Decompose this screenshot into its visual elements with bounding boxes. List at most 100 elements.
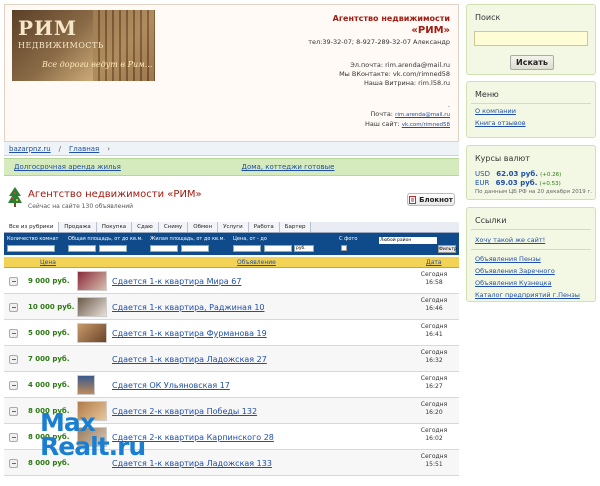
list-header: Цена Объявление Дата — [4, 257, 459, 268]
filter-photo-checkbox[interactable] — [341, 245, 347, 251]
tab-work[interactable]: Работа — [248, 222, 280, 232]
tab-sale[interactable]: Продажа — [59, 222, 97, 232]
tab-barter[interactable]: Бартер — [279, 222, 312, 232]
notebook-add-icon[interactable] — [9, 433, 18, 442]
filter-area-to[interactable] — [99, 245, 127, 252]
listing-price: 10 000 руб. — [28, 303, 75, 311]
rate-value: 62.03 руб. — [496, 170, 538, 178]
filter-living-from[interactable] — [150, 245, 178, 252]
sort-by-date[interactable]: Дата — [426, 259, 442, 266]
currency-widget: Курсы валют USD 62.03 руб. (+0.26) EUR 6… — [466, 145, 596, 200]
link-catalog[interactable]: Каталог предприятий г.Пензы — [475, 291, 580, 299]
notebook-add-icon[interactable] — [9, 459, 18, 468]
rate-change: (+0.26) — [540, 172, 562, 178]
listing-row: 9 000 руб. Сдается 1-к квартира Мира 67 … — [4, 268, 459, 294]
search-button[interactable]: Искать — [510, 55, 554, 70]
listing-day: Сегодня — [420, 297, 448, 304]
tab-rent-in[interactable]: Сниму — [158, 222, 189, 232]
category-bar: Долгосрочная аренда жилья Дома, коттеджи… — [4, 158, 459, 176]
link-penza[interactable]: Объявления Пензы — [475, 255, 541, 263]
christmas-tree-icon — [8, 187, 22, 207]
listing-photo[interactable] — [77, 297, 107, 317]
listing-row: 4 000 руб. Сдается ОК Ульяновская 17 Сег… — [4, 372, 459, 398]
listing-time: 16:20 — [425, 409, 443, 416]
agency-logo[interactable]: РИМ НЕДВИЖИМОСТЬ Все дороги ведут в Рим.… — [12, 10, 155, 81]
site-link[interactable]: vk.com/rimned58 — [402, 122, 450, 128]
listing-date: Сегодня 15:51 — [412, 453, 456, 469]
filter-living-to[interactable] — [181, 245, 209, 252]
agency-title: Агентство недвижимости «РИМ» — [28, 189, 202, 200]
filter-price-to[interactable] — [264, 245, 292, 252]
rate-change: (+0.53) — [539, 181, 561, 187]
filter-price-from[interactable] — [233, 245, 261, 252]
filter-living-label: Жилая площадь, от до кв.м. — [150, 236, 225, 242]
listing-day: Сегодня — [420, 427, 448, 434]
link-kuznetsk[interactable]: Объявления Кузнецка — [475, 279, 552, 287]
notebook-add-icon[interactable] — [9, 329, 18, 338]
tab-all[interactable]: Все из рубрики — [4, 222, 60, 232]
listing-date: Сегодня 16:02 — [412, 427, 456, 443]
notebook-add-icon[interactable] — [9, 407, 18, 416]
listing-row: 7 000 руб. Сдается 1-к квартира Ладожска… — [4, 346, 459, 372]
listing-date: Сегодня 16:46 — [412, 297, 456, 313]
listing-time: 15:51 — [425, 461, 443, 468]
tab-buy[interactable]: Покупка — [96, 222, 133, 232]
breadcrumb-separator: / — [58, 144, 62, 153]
listing-photo[interactable] — [77, 375, 95, 395]
tab-rent-out[interactable]: Сдаю — [132, 222, 159, 232]
category-item: Дома, коттеджи готовые — [232, 163, 460, 171]
notebook-add-icon[interactable] — [9, 277, 18, 286]
listing-date: Сегодня 16:20 — [412, 401, 456, 417]
breadcrumb-home[interactable]: Главная — [69, 145, 99, 153]
tab-exchange[interactable]: Обмен — [188, 222, 219, 232]
listing-title[interactable]: Сдается 1-к квартира Мира 67 — [112, 277, 241, 286]
listing-title[interactable]: Сдается 1-к квартира Фурманова 19 — [112, 329, 267, 338]
filter-currency-select[interactable]: руб. — [294, 245, 314, 252]
search-title: Поиск — [475, 13, 501, 22]
site-watermark: Max Realt.ru — [40, 408, 150, 464]
listing-price: 9 000 руб. — [28, 277, 70, 285]
filter-area-from[interactable] — [68, 245, 96, 252]
links-title: Ссылки — [475, 216, 507, 225]
notebook-add-icon[interactable] — [9, 355, 18, 364]
menu-item-reviews[interactable]: Книга отзывов — [475, 119, 526, 127]
listing-date: Сегодня 16:58 — [412, 271, 456, 287]
tab-services[interactable]: Услуги — [218, 222, 249, 232]
sort-by-price[interactable]: Цена — [40, 259, 56, 266]
listing-row: 5 000 руб. Сдается 1-к квартира Фурманов… — [4, 320, 459, 346]
logo-title: РИМ — [18, 16, 78, 40]
listing-photo[interactable] — [77, 323, 107, 343]
notebook-button[interactable]: Блокнот — [407, 193, 455, 206]
listing-photo[interactable] — [77, 271, 107, 291]
category-link-houses[interactable]: Дома, коттеджи готовые — [242, 163, 335, 171]
notebook-add-icon[interactable] — [9, 303, 18, 312]
breadcrumb-arrow: › — [107, 144, 111, 153]
rubric-tabs: Все из рубрики Продажа Покупка Сдаю Сним… — [4, 222, 459, 233]
listing-time: 16:32 — [425, 357, 443, 364]
main-column: РИМ НЕДВИЖИМОСТЬ Все дороги ведут в Рим.… — [0, 0, 463, 486]
search-input[interactable] — [474, 31, 588, 46]
listing-price: 7 000 руб. — [28, 355, 70, 363]
ads-count: Сейчас на сайте 130 объявлений — [28, 203, 134, 210]
filter-rooms-select[interactable] — [7, 245, 55, 252]
category-link-rent[interactable]: Долгосрочная аренда жилья — [14, 163, 121, 171]
mail-label: Почта: — [370, 110, 393, 118]
breadcrumb-root[interactable]: bazarpnz.ru — [9, 145, 51, 153]
listing-title[interactable]: Сдается ОК Ульяновская 17 — [112, 381, 230, 390]
filter-district-select[interactable]: Любой район — [379, 237, 437, 244]
mail-link[interactable]: rim.arenda@mail.ru — [395, 112, 450, 118]
menu-item-about[interactable]: О компании — [475, 107, 516, 115]
listing-title[interactable]: Сдается 1-к квартира, Раджиная 10 — [112, 303, 265, 312]
filter-submit-button[interactable]: Фильтр — [438, 245, 457, 253]
links-widget: Ссылки Хочу такой же сайт! Объявления Пе… — [466, 207, 596, 302]
agency-links: . Почта: rim.arenda@mail.ru Наш сайт: vk… — [365, 101, 450, 130]
notebook-add-icon[interactable] — [9, 381, 18, 390]
promo-link[interactable]: Хочу такой же сайт! — [475, 236, 545, 244]
sort-by-ad[interactable]: Объявление — [237, 259, 276, 266]
link-zarechny[interactable]: Объявления Заречного — [475, 267, 555, 275]
listing-time: 16:02 — [425, 435, 443, 442]
agency-phone: тел:39-32-07; 8-927-289-32-07 Александр — [308, 38, 450, 46]
listing-day: Сегодня — [420, 323, 448, 330]
listing-title[interactable]: Сдается 1-к квартира Ладожская 27 — [112, 355, 267, 364]
currency-title: Курсы валют — [475, 154, 530, 163]
